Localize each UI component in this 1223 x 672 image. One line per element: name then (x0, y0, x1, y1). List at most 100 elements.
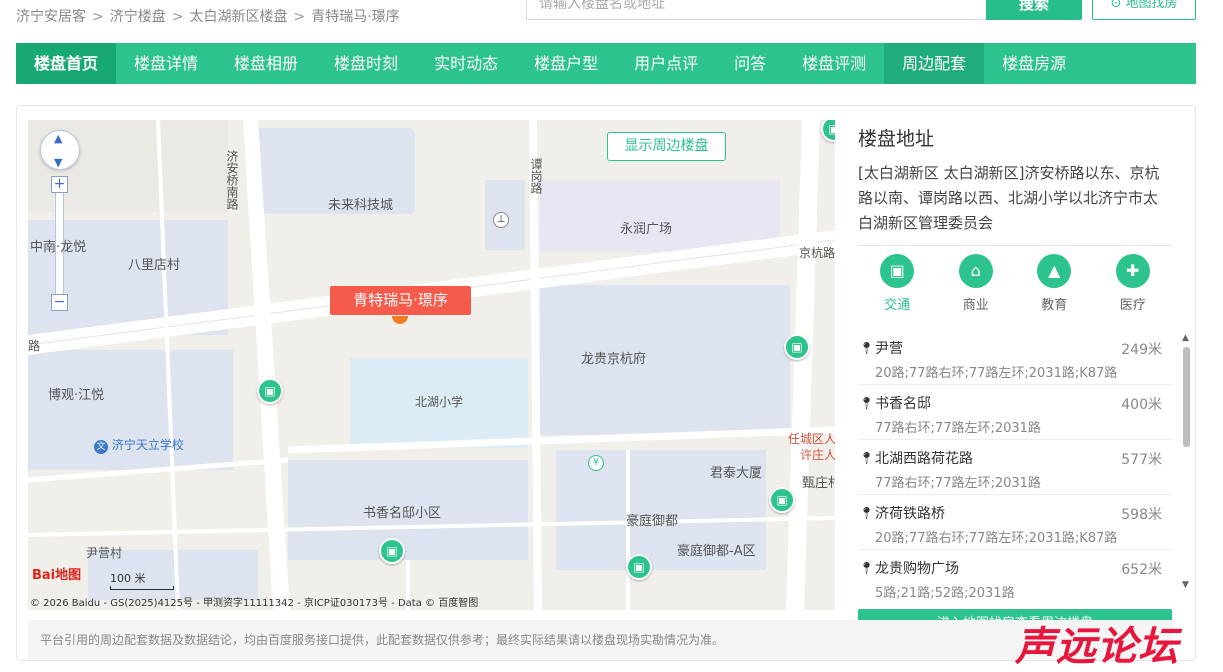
property-nav: 楼盘首页 楼盘详情 楼盘相册 楼盘时刻 实时动态 楼盘户型 用户点评 问答 楼盘… (16, 43, 1196, 84)
category-medical[interactable]: ✚ 医疗 (1103, 254, 1163, 313)
bus-stop-icon[interactable]: ▣ (626, 554, 652, 580)
bus-stop-icon[interactable]: ▣ (784, 334, 810, 360)
tab-details[interactable]: 楼盘详情 (116, 43, 216, 84)
poi-label[interactable]: 八里店村 (128, 254, 180, 273)
category-tabs: ▣ 交通 ⌂ 商业 ▲ 教育 ✚ 医疗 (858, 254, 1172, 313)
poi-label[interactable]: 北湖小学 (415, 393, 463, 410)
poi-distance: 598米 (1121, 507, 1162, 523)
property-pin-label[interactable]: 青特瑞马·璟序 (330, 286, 471, 315)
breadcrumb-item[interactable]: 济宁安居客 (16, 6, 86, 26)
bus-stop-icon[interactable]: ▣ (257, 378, 283, 404)
road-label: 路 (28, 339, 41, 353)
poi-routes: 20路;77路右环;77路左环;2031路;K87路 (875, 531, 1118, 546)
zoom-in-button[interactable]: + (51, 176, 68, 193)
tab-surroundings[interactable]: 周边配套 (884, 43, 985, 84)
show-nearby-button[interactable]: 显示周边楼盘 (607, 132, 726, 161)
location-icon: ⊙ (1110, 0, 1122, 11)
pan-down-icon: ▼ (54, 156, 63, 169)
bus-stop-icon[interactable]: ▣ (379, 538, 405, 564)
finance-icon[interactable]: ¥ (588, 455, 604, 471)
address-section: 楼盘地址 [太白湖新区 太白湖新区]济安桥路以东、京杭路以南、谭岗路以西、北湖小… (858, 120, 1173, 236)
tab-album[interactable]: 楼盘相册 (216, 43, 316, 84)
poi-routes: 20路;77路右环;77路左环;2031路;K87路 (875, 366, 1118, 381)
poi-routes: 77路右环;77路左环;2031路 (875, 421, 1041, 436)
poi-label[interactable]: 豪庭御都-A区 (677, 540, 756, 559)
breadcrumb-current: 青特瑞马·璟序 (311, 9, 400, 25)
list-item[interactable]: 📍︎ 北湖西路荷花路 577米 77路右环;77路左环;2031路 (858, 440, 1172, 495)
scroll-down-icon[interactable]: ▼ (1182, 580, 1189, 590)
poi-list: 📍︎ 尹营 249米 20路;77路右环;77路左环;2031路;K87路 📍︎… (858, 330, 1172, 600)
category-shopping[interactable]: ⌂ 商业 (946, 254, 1006, 313)
forum-watermark: 声远论坛 (1015, 624, 1179, 670)
map-scale: 100 米 (110, 572, 146, 585)
category-education[interactable]: ▲ 教育 (1024, 254, 1084, 313)
pan-up-icon: ▲ (54, 132, 63, 145)
breadcrumb-item[interactable]: 济宁楼盘 (110, 6, 166, 26)
map-find-button[interactable]: ⊙ 地图找房 (1092, 0, 1196, 20)
poi-distance: 652米 (1121, 562, 1162, 578)
poi-label[interactable]: 书香名邸小区 (363, 502, 441, 521)
map-pin-icon: 📍︎ (859, 506, 875, 520)
basket-icon: ⌂ (958, 254, 993, 288)
baidu-map[interactable]: ▲ ▼ + − 显示周边楼盘 未来科技城 永润广场 中南·龙悦 八里店村 龙贵京杭… (28, 120, 835, 610)
poi-routes: 77路右环;77路左环;2031路 (875, 476, 1041, 491)
bus-icon: ▣ (880, 254, 915, 288)
tab-home[interactable]: 楼盘首页 (16, 43, 117, 84)
list-item[interactable]: 📍︎ 济荷铁路桥 598米 20路;77路右环;77路左环;2031路;K87路 (858, 495, 1172, 550)
tab-moments[interactable]: 楼盘时刻 (316, 43, 416, 84)
map-pan-control[interactable]: ▲ ▼ (40, 130, 80, 170)
tab-news[interactable]: 实时动态 (416, 43, 516, 84)
road-label: 谭岗路 (529, 158, 543, 194)
tab-listings[interactable]: 楼盘房源 (984, 43, 1084, 84)
poi-label[interactable]: 豪庭御都 (626, 510, 678, 529)
tab-evaluation[interactable]: 楼盘评测 (784, 43, 884, 84)
list-item[interactable]: 📍︎ 尹营 249米 20路;77路右环;77路左环;2031路;K87路 (858, 330, 1172, 385)
tab-floorplans[interactable]: 楼盘户型 (516, 43, 616, 84)
building-icon[interactable]: ⊥ (493, 212, 509, 228)
school-icon: 文 (94, 440, 108, 454)
poi-label[interactable]: 中南·龙悦 (30, 236, 86, 255)
map-pin-icon: 📍︎ (859, 561, 875, 575)
poi-label[interactable]: 君泰大厦 (710, 462, 762, 481)
poi-label[interactable]: 龙贵京杭府 (581, 348, 646, 367)
category-transport[interactable]: ▣ 交通 (867, 254, 927, 313)
data-disclaimer: 平台引用的周边配套数据及数据结论，均由百度服务接口提供，此配套数据仅供参考；最终… (28, 620, 1173, 660)
search-input[interactable]: 请输入楼盘名或地址 (526, 0, 987, 20)
poi-distance: 400米 (1121, 397, 1162, 413)
baidu-logo[interactable]: Bai地图 (32, 564, 81, 583)
poi-distance: 249米 (1121, 342, 1162, 358)
address-text: [太白湖新区 太白湖新区]济安桥路以东、京杭路以南、谭岗路以西、北湖小学以北济宁… (858, 164, 1160, 232)
poi-distance: 577米 (1121, 452, 1162, 468)
tab-reviews[interactable]: 用户点评 (616, 43, 716, 84)
scroll-up-icon[interactable]: ▲ (1182, 333, 1189, 343)
medical-icon: ✚ (1115, 254, 1150, 288)
map-pin-icon: 📍︎ (859, 341, 875, 355)
poi-label[interactable]: 博观·江悦 (48, 384, 104, 403)
graduation-cap-icon: ▲ (1037, 254, 1072, 288)
poi-label[interactable]: 未来科技城 (328, 194, 393, 213)
divider (858, 245, 1172, 246)
poi-label[interactable]: 文 济宁天立学校 (94, 436, 184, 454)
address-title: 楼盘地址 (858, 128, 935, 150)
road-label: 济安桥南路 (225, 150, 239, 210)
list-scrollbar[interactable]: ▲ ▼ (1181, 333, 1191, 593)
poi-label[interactable]: 甄庄村 (802, 472, 835, 491)
map-pin-icon: 📍︎ (859, 396, 875, 410)
breadcrumb: 济宁安居客 > 济宁楼盘 > 太白湖新区楼盘 > 青特瑞马·璟序 (16, 6, 400, 26)
scale-bar (110, 586, 174, 590)
map-copyright: © 2026 Baidu - GS(2025)4125号 - 甲测资字11111… (30, 598, 479, 609)
poi-label[interactable]: 永润广场 (620, 218, 672, 237)
map-pin-icon: 📍︎ (859, 451, 875, 465)
poi-label[interactable]: 许庄人 (800, 446, 835, 463)
poi-label[interactable]: 尹营村 (86, 544, 122, 561)
list-item[interactable]: 📍︎ 龙贵购物广场 652米 5路;21路;52路;2031路 (858, 550, 1172, 600)
breadcrumb-item[interactable]: 太白湖新区楼盘 (189, 6, 287, 26)
bus-stop-icon[interactable]: ▣ (769, 487, 795, 513)
tab-qa[interactable]: 问答 (716, 43, 784, 84)
zoom-out-button[interactable]: − (51, 294, 68, 311)
list-item[interactable]: 📍︎ 书香名邸 400米 77路右环;77路左环;2031路 (858, 385, 1172, 440)
map-canvas (28, 120, 835, 610)
search-button[interactable]: 搜索 (986, 0, 1082, 20)
poi-label[interactable]: 任城区人 (788, 430, 835, 447)
scroll-thumb[interactable] (1183, 347, 1190, 447)
